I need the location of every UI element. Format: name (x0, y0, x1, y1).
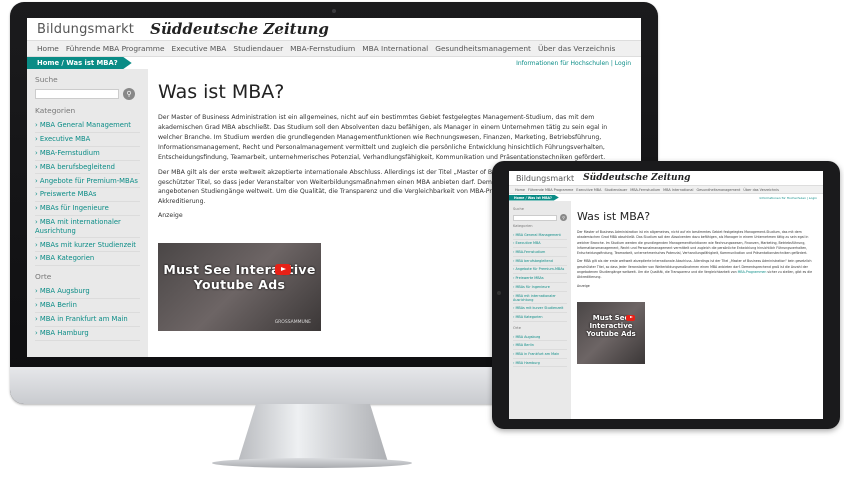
tablet-sidebar: Suche ⚲ Kategorien MBA General Managemen… (509, 201, 571, 419)
breadcrumb-bar: Home / Was ist MBA? Informationen für Ho… (27, 57, 641, 69)
monitor-stand (238, 404, 388, 462)
website-tablet: Bildungsmarkt Süddeutsche Zeitung Home F… (509, 171, 823, 419)
sidebar-item-frankfurt[interactable]: MBA in Frankfurt am Main (35, 313, 140, 327)
tablet-sidebar-item-executive-mba[interactable]: Executive MBA (513, 240, 567, 249)
tablet-sidebar-item-berufsbegleitend[interactable]: MBA berufsbegleitend (513, 257, 567, 266)
tablet-sidebar-item-fernstudium[interactable]: MBA-Fernstudium (513, 248, 567, 258)
nav-item-executive-mba[interactable]: Executive MBA (172, 44, 227, 53)
ad-text: Must See Interactive Youtube Ads (163, 262, 316, 292)
intro-paragraph: Der Master of Business Administration is… (158, 114, 608, 161)
sidebar-item-premium[interactable]: Angebote für Premium-MBAs (35, 174, 140, 189)
tablet-device: Bildungsmarkt Süddeutsche Zeitung Home F… (492, 161, 840, 429)
tablet-main-content: Was ist MBA? Der Master of Business Admi… (571, 201, 823, 419)
tablet-breadcrumb-bar: Home / Was ist MBA? Informationen für Ho… (509, 194, 823, 201)
device-mockup-stage: Bildungsmarkt Süddeutsche Zeitung Home F… (0, 0, 844, 481)
tablet-nav-item-studiendauer[interactable]: Studiendauer (604, 188, 627, 192)
sidebar-item-ingenieure[interactable]: MBAs für Ingenieure (35, 202, 140, 217)
nav-item-fernstudium[interactable]: MBA-Fernstudium (290, 44, 355, 53)
tablet-nav-item-ueber[interactable]: Über das Verzeichnis (743, 188, 778, 192)
tablet-site-header: Bildungsmarkt Süddeutsche Zeitung (509, 171, 823, 185)
tablet-page-body: Suche ⚲ Kategorien MBA General Managemen… (509, 201, 823, 419)
tablet-sidebar-item-premium[interactable]: Angebote für Premium-MBAs (513, 266, 567, 275)
sidebar-item-general-management[interactable]: MBA General Management (35, 119, 140, 133)
tablet-nav-item-executive-mba[interactable]: Executive MBA (576, 188, 601, 192)
nav-item-fuehrende-mba[interactable]: Führende MBA Programme (66, 44, 165, 53)
search-icon[interactable]: ⚲ (123, 88, 135, 100)
nav-item-gesundheitsmanagement[interactable]: Gesundheitsmanagement (435, 44, 531, 53)
tablet-places-heading: Orte (513, 325, 521, 330)
ad-brand: GROSSAMMUNE (274, 320, 311, 326)
site-header: Bildungsmarkt Süddeutsche Zeitung (27, 18, 641, 40)
brand-sz-logo[interactable]: Süddeutsche Zeitung (150, 20, 329, 38)
tablet-search-icon[interactable]: ⚲ (560, 214, 567, 221)
header-links[interactable]: Informationen für Hochschulen | Login (516, 60, 631, 67)
tablet-nav-item-home[interactable]: Home (515, 188, 525, 192)
tablet-ad-banner[interactable]: Must See Interactive Youtube Ads (577, 301, 645, 364)
tablet-nav-item-gesundheitsmanagement[interactable]: Gesundheitsmanagement (696, 188, 740, 192)
nav-item-studiendauer[interactable]: Studiendauer (233, 44, 283, 53)
tablet-search-box: ⚲ (513, 214, 567, 221)
sidebar-item-international[interactable]: MBA mit internationaler Ausrichtung (35, 216, 140, 239)
tablet-breadcrumb[interactable]: Home / Was ist MBA? (509, 194, 559, 201)
sidebar-item-berlin[interactable]: MBA Berlin (35, 299, 140, 313)
categories-heading: Kategorien (35, 106, 76, 115)
sidebar-item-kurze-studienzeit[interactable]: MBAs mit kurzer Studienzeit (35, 238, 140, 253)
tablet-youtube-play-icon (626, 314, 635, 321)
tablet-camera-icon (497, 291, 501, 295)
monitor-stand-base (212, 458, 412, 468)
sidebar-item-fernstudium[interactable]: MBA-Fernstudium (35, 147, 140, 161)
tablet-sidebar-item-augsburg[interactable]: MBA Augsburg (513, 333, 567, 342)
sidebar-item-kategorien[interactable]: MBA Kategorien (35, 252, 140, 267)
sidebar-item-preiswert[interactable]: Preiswerte MBAs (35, 188, 140, 203)
tablet-sidebar-item-berlin[interactable]: MBA Berlin (513, 341, 567, 351)
tablet-sidebar-item-kategorien[interactable]: MBA Kategorien (513, 313, 567, 322)
camera-icon (332, 9, 336, 13)
search-box: ⚲ (35, 88, 140, 100)
nav-item-ueber[interactable]: Über das Verzeichnis (538, 44, 615, 53)
tablet-nav-item-fernstudium[interactable]: MBA-Fernstudium (630, 188, 660, 192)
sidebar-item-augsburg[interactable]: MBA Augsburg (35, 285, 140, 299)
tablet-sidebar-item-preiswert[interactable]: Preiswerte MBAs (513, 274, 567, 284)
tablet-sidebar-item-hamburg[interactable]: MBA Hamburg (513, 359, 567, 368)
tablet-brand-bildungsmarkt[interactable]: Bildungsmarkt (516, 174, 574, 183)
places-heading: Orte (35, 272, 52, 282)
tablet-sidebar-item-general-management[interactable]: MBA General Management (513, 231, 567, 240)
sidebar-item-executive-mba[interactable]: Executive MBA (35, 133, 140, 147)
tablet-categories-heading: Kategorien (513, 224, 533, 228)
page-title: Was ist MBA? (158, 81, 285, 103)
search-heading: Suche (35, 75, 58, 84)
tablet-nav-item-mba-international[interactable]: MBA International (663, 188, 693, 192)
tablet-sidebar-item-frankfurt[interactable]: MBA in Frankfurt am Main (513, 350, 567, 359)
nav-item-mba-international[interactable]: MBA International (362, 44, 428, 53)
youtube-play-icon (275, 264, 291, 276)
breadcrumb[interactable]: Home / Was ist MBA? (27, 57, 132, 69)
sidebar: Suche ⚲ Kategorien MBA General Managemen… (27, 69, 148, 357)
tablet-sidebar-item-kurze-studienzeit[interactable]: MBAs mit kurzer Studienzeit (513, 304, 567, 314)
tablet-ad-label: Anzeige (577, 283, 590, 288)
tablet-second-paragraph: Der MBA gilt als der erste weltweit akze… (577, 259, 817, 280)
tablet-intro-paragraph: Der Master of Business Administration is… (577, 230, 809, 256)
tablet-sidebar-item-ingenieure[interactable]: MBAs für Ingenieure (513, 283, 567, 292)
mba-programmen-link[interactable]: MBA-Programmen (738, 270, 767, 274)
tablet-screen: Bildungsmarkt Süddeutsche Zeitung Home F… (509, 171, 823, 419)
ad-banner[interactable]: Must See Interactive Youtube Ads GROSSAM… (158, 243, 321, 332)
tablet-brand-sz-logo[interactable]: Süddeutsche Zeitung (583, 173, 690, 183)
brand-bildungsmarkt[interactable]: Bildungsmarkt (37, 22, 134, 37)
tablet-search-heading: Suche (513, 207, 525, 211)
tablet-header-links[interactable]: Informationen für Hochschulen | Login (760, 196, 817, 200)
sidebar-item-berufsbegleitend[interactable]: MBA berufsbegleitend (35, 161, 140, 175)
tablet-search-input[interactable] (513, 214, 558, 221)
tablet-page-title: Was ist MBA? (577, 210, 651, 223)
tablet-main-nav: Home Führende MBA Programme Executive MB… (509, 185, 823, 194)
sidebar-item-hamburg[interactable]: MBA Hamburg (35, 327, 140, 341)
main-nav: Home Führende MBA Programme Executive MB… (27, 40, 641, 57)
search-input[interactable] (35, 89, 119, 99)
tablet-nav-item-fuehrende-mba[interactable]: Führende MBA Programme (528, 188, 573, 192)
tablet-sidebar-item-international[interactable]: MBA mit internationaler Ausrichtung (513, 292, 567, 305)
nav-item-home[interactable]: Home (37, 44, 59, 53)
